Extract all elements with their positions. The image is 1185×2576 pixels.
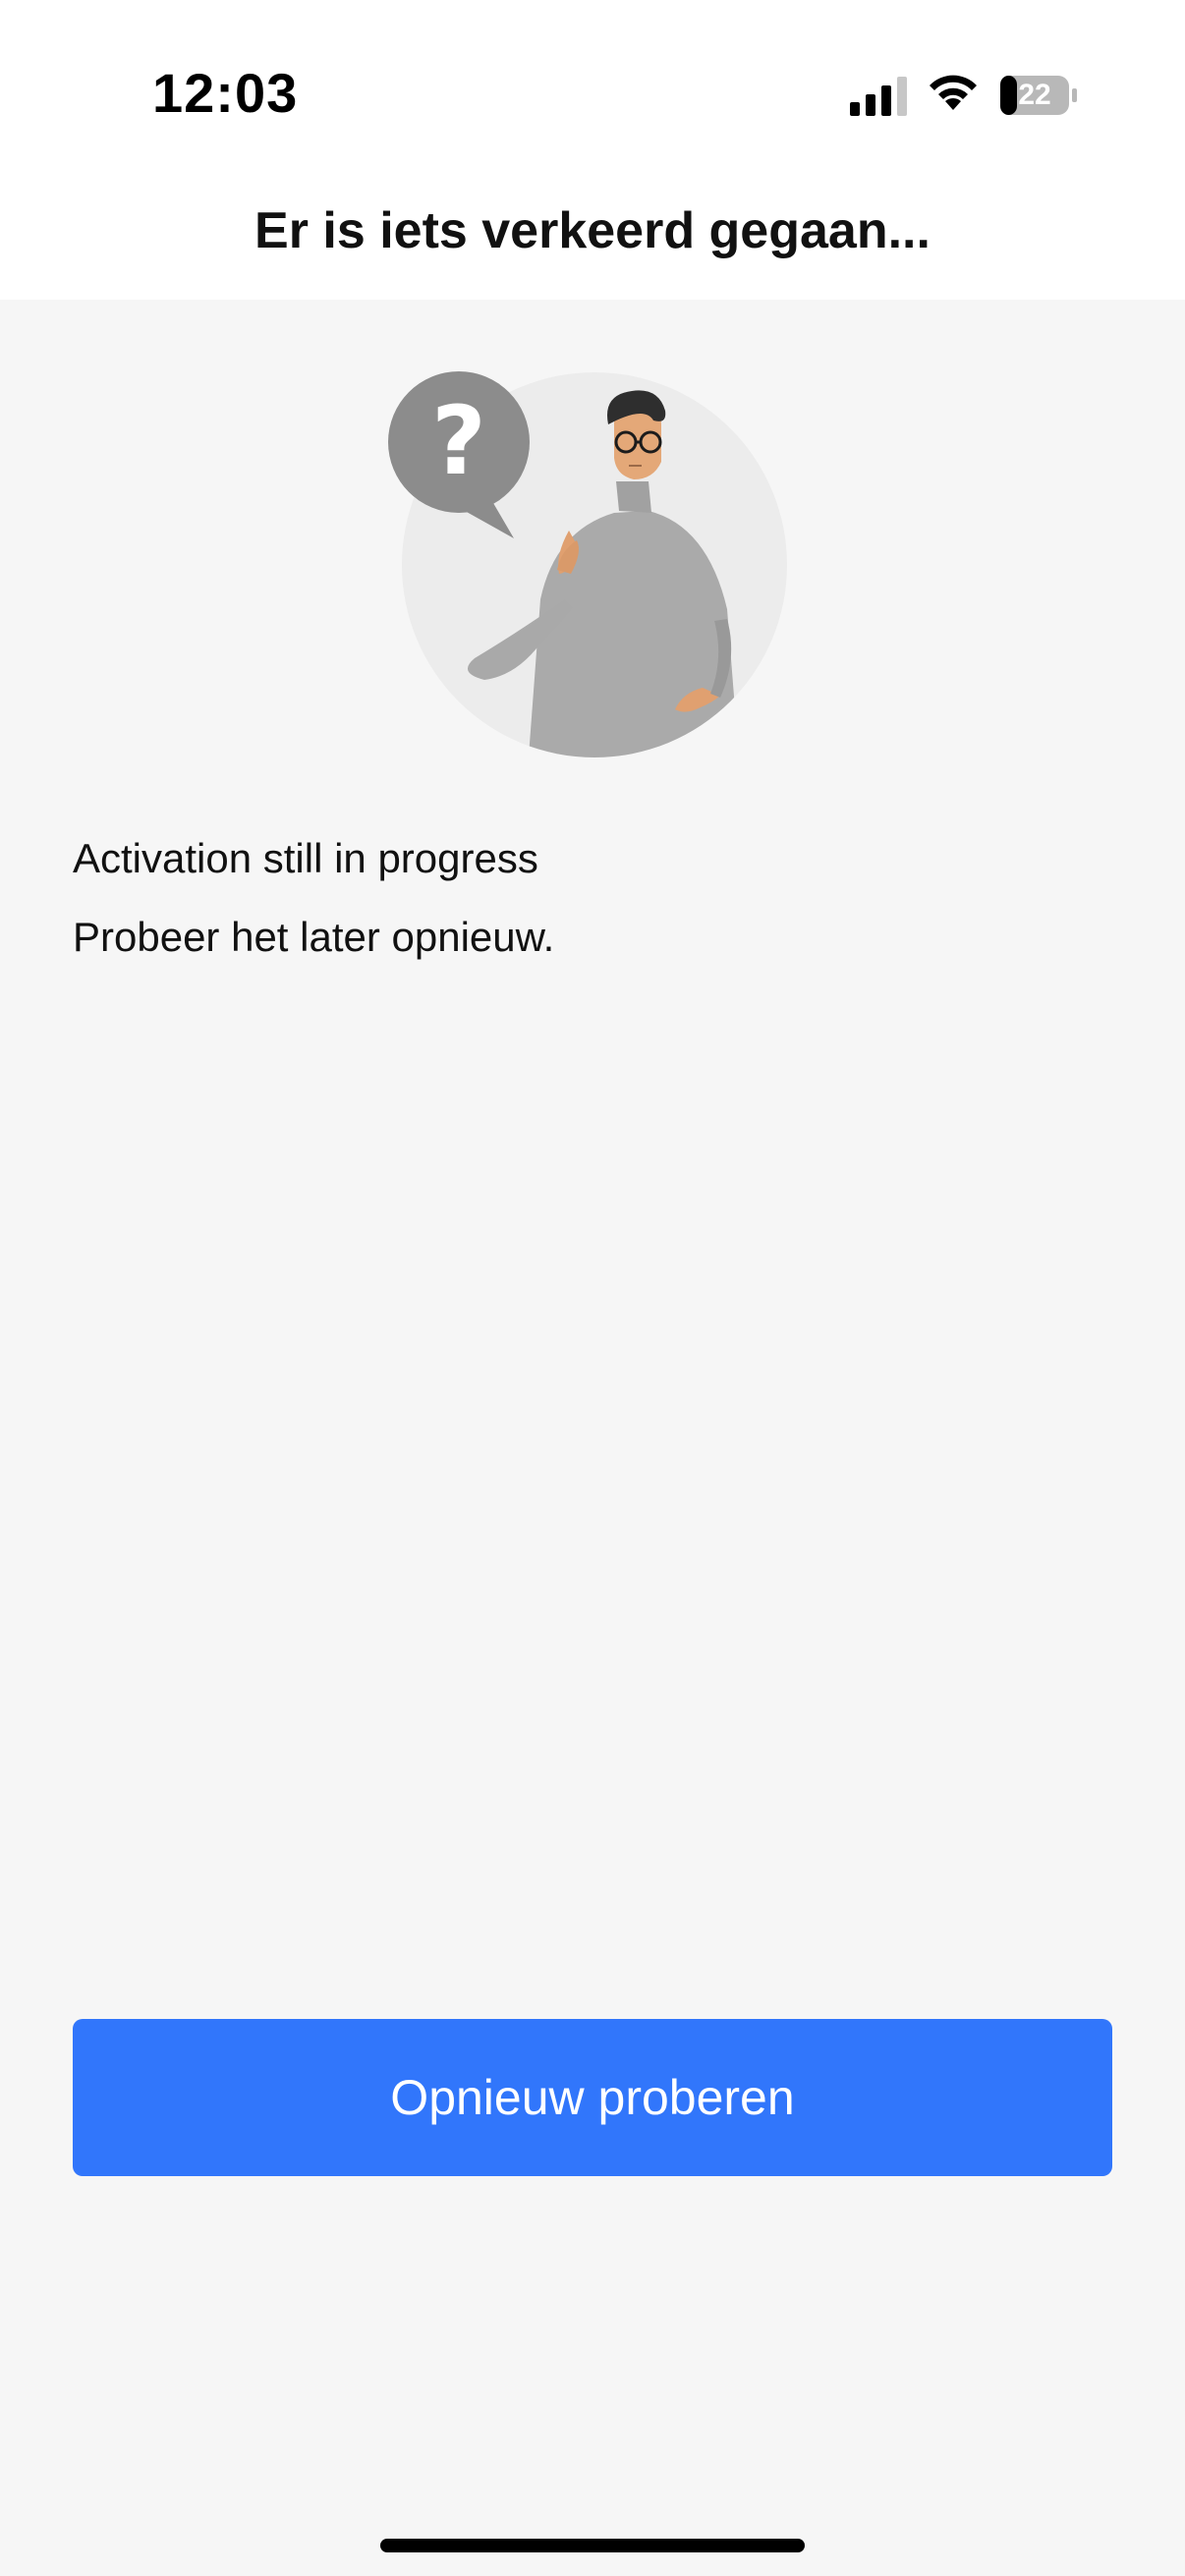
error-message-line-1: Activation still in progress xyxy=(73,835,538,881)
home-indicator[interactable] xyxy=(380,2539,805,2552)
svg-text:?: ? xyxy=(431,386,486,496)
error-message-line-2: Probeer het later opnieuw. xyxy=(73,914,555,960)
status-bar: 12:03 22 xyxy=(0,0,1185,187)
confused-person-question-icon: ? xyxy=(388,371,787,757)
status-time: 12:03 xyxy=(152,62,299,124)
battery-level: 22 xyxy=(1018,79,1051,111)
error-message: Activation still in progress Probeer het… xyxy=(73,825,1114,982)
retry-button[interactable]: Opnieuw proberen xyxy=(73,2019,1112,2176)
page-title: Er is iets verkeerd gegaan... xyxy=(254,202,931,259)
wifi-icon xyxy=(930,75,977,110)
header: Er is iets verkeerd gegaan... xyxy=(0,187,1185,300)
cellular-signal-icon xyxy=(850,77,907,116)
